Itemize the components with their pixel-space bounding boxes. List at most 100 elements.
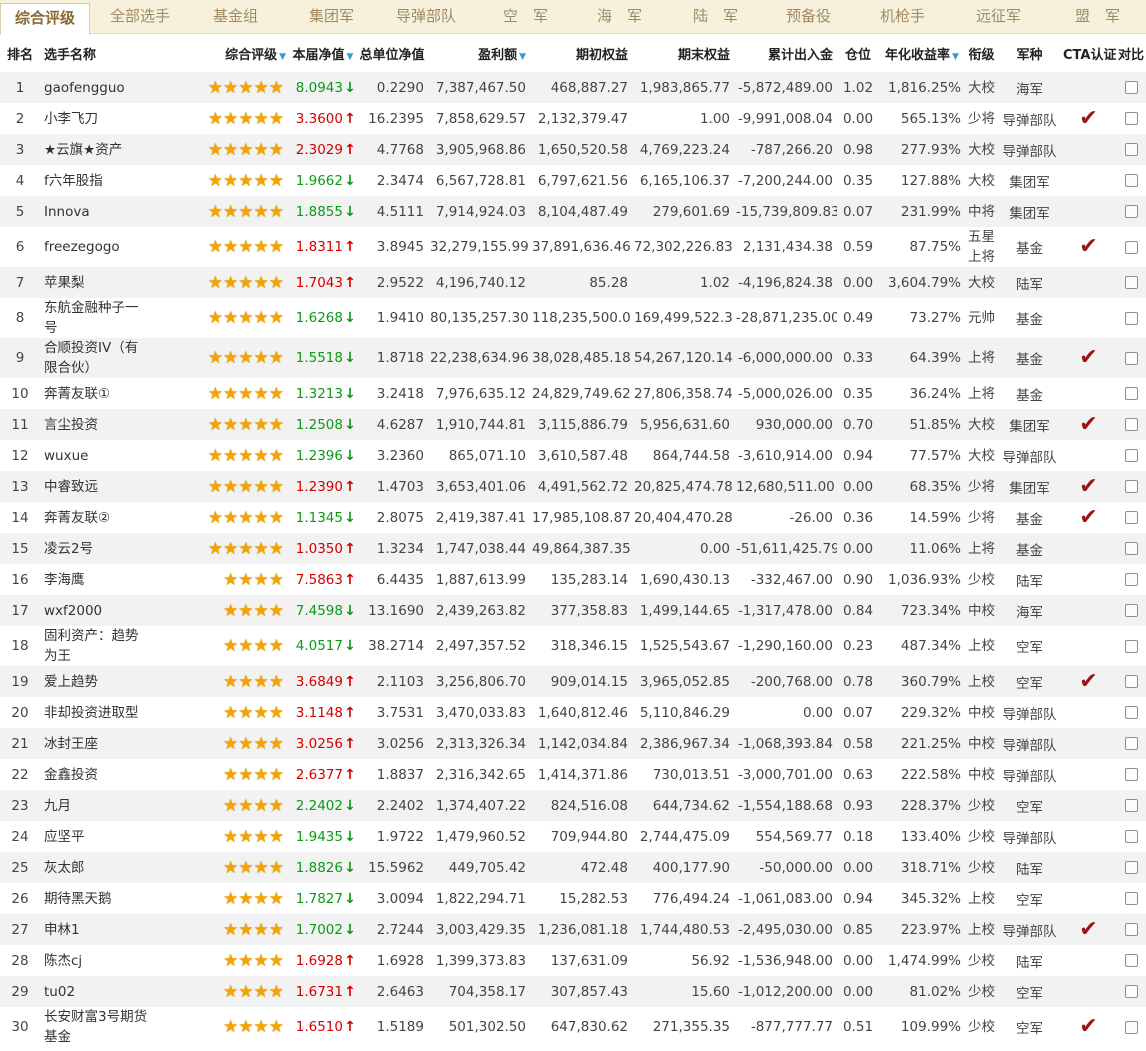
compare-checkbox[interactable]: [1124, 351, 1138, 365]
compare-checkbox[interactable]: [1124, 1020, 1138, 1034]
player-name-link[interactable]: 奔菁友联①: [40, 378, 152, 409]
tab-8[interactable]: 预备役: [786, 0, 831, 34]
table-row[interactable]: 24 应坚平 ★★★★ 1.9435↓ 1.9722 1,479,960.52 709,94…: [0, 821, 1146, 852]
tab-5[interactable]: 空 军: [503, 0, 548, 34]
table-row[interactable]: 29 tu02 ★★★★ 1.6731↑ 2.6463 704,358.17 307,857…: [0, 976, 1146, 1007]
col-header-rating[interactable]: 综合评级 ▼: [152, 34, 290, 72]
table-row[interactable]: 30 长安财富3号期货基金 ★★★★ 1.6510↑ 1.5189 501,302.50 6…: [0, 1007, 1146, 1047]
compare-checkbox[interactable]: [1124, 276, 1138, 289]
compare-checkbox[interactable]: [1124, 861, 1138, 874]
col-header-nav[interactable]: 本届净值 ▼: [290, 34, 356, 72]
compare-checkbox[interactable]: [1124, 768, 1138, 781]
table-row[interactable]: 2 小李飞刀 ★★★★★ 3.3600↑ 16.2395 7,858,629.57 2,13…: [0, 103, 1146, 134]
table-row[interactable]: 21 冰封王座 ★★★★ 3.0256↑ 3.0256 2,313,326.34 1,142…: [0, 728, 1146, 759]
tab-11[interactable]: 盟 军: [1075, 0, 1120, 34]
player-name-link[interactable]: ★云旗★资产: [40, 134, 152, 165]
col-header-inout[interactable]: 累计出入金: [734, 34, 837, 72]
player-name-link[interactable]: 固利资产：趋势为王: [40, 626, 152, 666]
player-name-link[interactable]: 长安财富3号期货基金: [40, 1007, 152, 1047]
tab-3[interactable]: 集团军: [309, 0, 354, 34]
compare-checkbox[interactable]: [1124, 387, 1138, 400]
player-name-link[interactable]: 冰封王座: [40, 728, 152, 759]
player-name-link[interactable]: 金鑫投资: [40, 759, 152, 790]
player-name-link[interactable]: 言尘投资: [40, 409, 152, 440]
table-row[interactable]: 10 奔菁友联① ★★★★★ 1.3213↓ 3.2418 7,976,635.12 24,…: [0, 378, 1146, 409]
player-name-link[interactable]: 奔菁友联②: [40, 502, 152, 533]
table-row[interactable]: 26 期待黑天鹅 ★★★★ 1.7827↓ 3.0094 1,822,294.71 15,2…: [0, 883, 1146, 914]
player-name-link[interactable]: Innova: [40, 196, 152, 227]
col-header-cta[interactable]: CTA认证: [1061, 34, 1116, 72]
table-row[interactable]: 7 苹果梨 ★★★★★ 1.7043↑ 2.9522 4,196,740.12 85.28 1…: [0, 267, 1146, 298]
compare-checkbox[interactable]: [1124, 830, 1138, 843]
compare-checkbox[interactable]: [1124, 892, 1138, 905]
player-name-link[interactable]: 李海鹰: [40, 564, 152, 595]
col-header-unit-nav[interactable]: 总单位净值: [356, 34, 428, 72]
tab-6[interactable]: 海 军: [597, 0, 642, 34]
compare-checkbox[interactable]: [1124, 954, 1138, 967]
player-name-link[interactable]: freezegogo: [40, 227, 152, 267]
col-header-compare[interactable]: 对比: [1116, 34, 1146, 72]
compare-checkbox[interactable]: [1124, 143, 1138, 156]
table-row[interactable]: 17 wxf2000 ★★★★ 7.4598↓ 13.1690 2,439,263.82 3…: [0, 595, 1146, 626]
table-row[interactable]: 20 非却投资进取型 ★★★★ 3.1148↑ 3.7531 3,470,033.83 1,…: [0, 697, 1146, 728]
table-row[interactable]: 28 陈杰cj ★★★★ 1.6928↑ 1.6928 1,399,373.83 137,6…: [0, 945, 1146, 976]
compare-checkbox[interactable]: [1124, 112, 1138, 125]
table-row[interactable]: 3 ★云旗★资产 ★★★★★ 2.3029↑ 4.7768 3,905,968.86 1,6…: [0, 134, 1146, 165]
compare-checkbox[interactable]: [1124, 174, 1138, 187]
col-header-level[interactable]: 衔级: [965, 34, 998, 72]
col-header-name[interactable]: 选手名称: [40, 34, 152, 72]
tab-10[interactable]: 远征军: [976, 0, 1021, 34]
table-row[interactable]: 25 灰太郎 ★★★★ 1.8826↓ 15.5962 449,705.42 472.48 4…: [0, 852, 1146, 883]
player-name-link[interactable]: 非却投资进取型: [40, 697, 152, 728]
tab-0[interactable]: 综合评级: [0, 3, 91, 35]
table-row[interactable]: 18 固利资产：趋势为王 ★★★★ 4.0517↓ 38.2714 2,497,357.5…: [0, 626, 1146, 666]
player-name-link[interactable]: gaofengguo: [40, 72, 152, 103]
table-row[interactable]: 6 freezegogo ★★★★★ 1.8311↑ 3.8945 32,279,155.…: [0, 227, 1146, 267]
player-name-link[interactable]: wxf2000: [40, 595, 152, 626]
player-name-link[interactable]: tu02: [40, 976, 152, 1007]
table-row[interactable]: 13 中睿致远 ★★★★★ 1.2390↑ 1.4703 3,653,401.06 4,49…: [0, 471, 1146, 502]
col-header-position[interactable]: 仓位: [837, 34, 879, 72]
compare-checkbox[interactable]: [1124, 311, 1138, 325]
tab-1[interactable]: 全部选手: [110, 0, 170, 34]
compare-checkbox[interactable]: [1124, 604, 1138, 617]
compare-checkbox[interactable]: [1124, 511, 1138, 524]
compare-checkbox[interactable]: [1124, 81, 1138, 94]
table-row[interactable]: 19 爱上趋势 ★★★★ 3.6849↑ 2.1103 3,256,806.70 909,0…: [0, 666, 1146, 697]
player-name-link[interactable]: 九月: [40, 790, 152, 821]
table-row[interactable]: 8 东航金融种子一号 ★★★★★ 1.6268↓ 1.9410 80,135,257.30…: [0, 298, 1146, 338]
table-row[interactable]: 15 凌云2号 ★★★★★ 1.0350↑ 1.3234 1,747,038.44 49,8…: [0, 533, 1146, 564]
compare-checkbox[interactable]: [1124, 706, 1138, 719]
player-name-link[interactable]: 东航金融种子一号: [40, 298, 152, 338]
player-name-link[interactable]: 申林1: [40, 914, 152, 945]
player-name-link[interactable]: 期待黑天鹅: [40, 883, 152, 914]
player-name-link[interactable]: 合顺投资IV（有限合伙）: [40, 338, 152, 378]
table-row[interactable]: 16 李海鹰 ★★★★ 7.5863↑ 6.4435 1,887,613.99 135,28…: [0, 564, 1146, 595]
compare-checkbox[interactable]: [1124, 480, 1138, 493]
player-name-link[interactable]: 中睿致远: [40, 471, 152, 502]
col-header-end-equity[interactable]: 期末权益: [632, 34, 734, 72]
compare-checkbox[interactable]: [1124, 923, 1138, 936]
table-row[interactable]: 12 wuxue ★★★★★ 1.2396↓ 3.2360 865,071.10 3,610…: [0, 440, 1146, 471]
table-row[interactable]: 9 合顺投资IV（有限合伙） ★★★★★ 1.5518↓ 1.8718 22,238,63…: [0, 338, 1146, 378]
compare-checkbox[interactable]: [1124, 639, 1138, 653]
compare-checkbox[interactable]: [1124, 542, 1138, 555]
compare-checkbox[interactable]: [1124, 449, 1138, 462]
compare-checkbox[interactable]: [1124, 675, 1138, 688]
compare-checkbox[interactable]: [1124, 799, 1138, 812]
table-row[interactable]: 5 Innova ★★★★★ 1.8855↓ 4.5111 7,914,924.03 8,1…: [0, 196, 1146, 227]
table-row[interactable]: 22 金鑫投资 ★★★★ 2.6377↑ 1.8837 2,316,342.65 1,414…: [0, 759, 1146, 790]
table-row[interactable]: 1 gaofengguo ★★★★★ 8.0943↓ 0.2290 7,387,467.5…: [0, 72, 1146, 103]
player-name-link[interactable]: 应坚平: [40, 821, 152, 852]
compare-checkbox[interactable]: [1124, 985, 1138, 998]
player-name-link[interactable]: wuxue: [40, 440, 152, 471]
table-row[interactable]: 27 申林1 ★★★★ 1.7002↓ 2.7244 3,003,429.35 1,236,…: [0, 914, 1146, 945]
player-name-link[interactable]: 陈杰cj: [40, 945, 152, 976]
table-row[interactable]: 23 九月 ★★★★ 2.2402↓ 2.2402 1,374,407.22 824,516…: [0, 790, 1146, 821]
compare-checkbox[interactable]: [1124, 573, 1138, 586]
player-name-link[interactable]: 爱上趋势: [40, 666, 152, 697]
tab-2[interactable]: 基金组: [213, 0, 258, 34]
tab-9[interactable]: 机枪手: [880, 0, 925, 34]
player-name-link[interactable]: 灰太郎: [40, 852, 152, 883]
col-header-annual[interactable]: 年化收益率 ▼: [879, 34, 965, 72]
